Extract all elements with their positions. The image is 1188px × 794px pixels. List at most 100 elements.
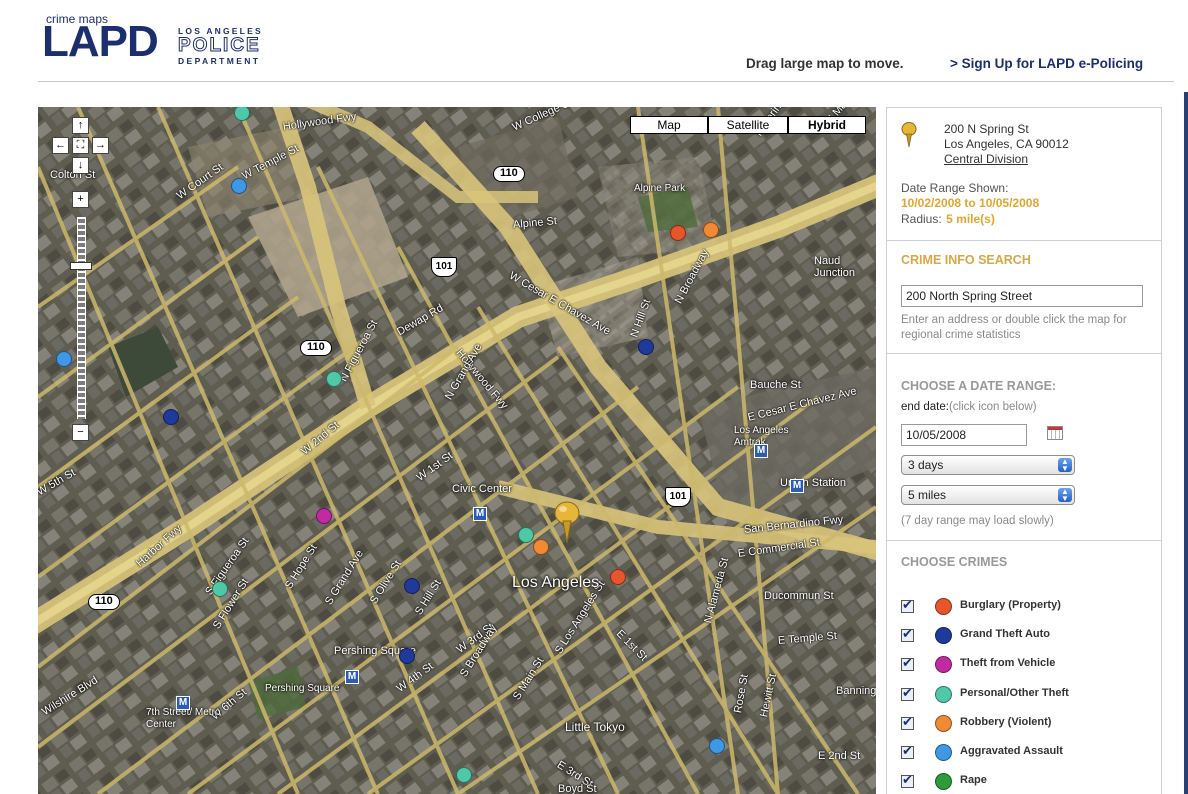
crime-marker[interactable] — [456, 767, 472, 783]
place-label: Alpine Park — [634, 183, 686, 194]
date-range-section: CHOOSE A DATE RANGE: end date:(click ico… — [887, 354, 1161, 541]
date-range-label: Date Range Shown: — [901, 181, 1009, 195]
amtrak-station-icon: M — [754, 444, 768, 458]
calendar-icon[interactable] — [1047, 426, 1063, 440]
crime-type-label: Personal/Other Theft — [960, 686, 1069, 699]
highway-110-shield: 110 — [300, 340, 332, 356]
header: crime maps LAPD LOS ANGELES POLICE DEPAR… — [0, 0, 1188, 84]
crime-color-swatch — [935, 627, 952, 645]
place-label: Pershing Square — [265, 683, 340, 694]
slow-load-hint: (7 day range may load slowly) — [901, 515, 1054, 527]
zoom-slider-track[interactable] — [77, 217, 86, 419]
crime-color-swatch — [935, 656, 952, 674]
map-type-map-button[interactable]: Map — [630, 116, 708, 134]
metro-station-icon: M — [176, 696, 190, 710]
map-type-hybrid-button[interactable]: Hybrid — [788, 116, 866, 134]
end-date-row: end date:(click icon below) — [901, 401, 1037, 413]
date-range-info: Date Range Shown: 10/02/2008 to 10/05/20… — [901, 181, 1039, 227]
crime-marker[interactable] — [610, 569, 626, 585]
crime-color-swatch — [935, 714, 952, 732]
map-imagery — [38, 107, 876, 794]
crime-marker[interactable] — [326, 371, 342, 387]
road-label: Ducommun St — [764, 590, 834, 602]
crime-type-checkbox[interactable] — [901, 627, 914, 643]
pan-right-icon[interactable]: → — [92, 137, 109, 154]
crime-marker[interactable] — [638, 339, 654, 355]
road-label: Banning — [836, 685, 876, 697]
highway-110-shield: 110 — [493, 166, 525, 182]
location-pin-icon[interactable] — [554, 501, 580, 545]
header-divider — [38, 81, 1174, 82]
choose-crimes-section: CHOOSE CRIMES Burglary (Property) Grand T… — [887, 541, 1161, 794]
crime-type-label: Burglary (Property) — [960, 599, 1061, 611]
crime-marker[interactable] — [56, 351, 72, 367]
crime-type-checkbox[interactable] — [901, 598, 914, 613]
crime-color-swatch — [935, 744, 952, 761]
crime-marker[interactable] — [212, 581, 228, 597]
crime-type-label: Aggravated Assault — [960, 745, 1063, 757]
metro-station-icon: M — [345, 670, 359, 684]
map-type-satellite-button[interactable]: Satellite — [708, 116, 788, 134]
road-label: E 2nd St — [818, 750, 861, 762]
crime-marker[interactable] — [533, 539, 549, 555]
pan-down-icon[interactable]: ↓ — [72, 157, 89, 174]
drag-hint: Drag large map to move. — [746, 56, 904, 71]
crime-type-checkbox[interactable] — [901, 773, 914, 789]
crime-map[interactable]: Hollywood Fwy Harbor Fwy Hollywood Fwy San … — [38, 107, 876, 794]
division-link[interactable]: Central Division — [944, 152, 1069, 167]
miles-select[interactable]: 5 miles ▲ ▼ — [901, 485, 1075, 505]
zoom-in-icon[interactable]: + — [72, 191, 89, 208]
address-search-input[interactable]: 200 North Spring Street — [901, 285, 1143, 307]
crime-marker[interactable] — [670, 225, 686, 241]
crime-search-section: CRIME INFO SEARCH 200 North Spring Stree… — [887, 241, 1161, 354]
zoom-out-icon[interactable]: − — [72, 424, 89, 441]
info-panel: 200 N Spring St Los Angeles, CA 90012 Ce… — [886, 107, 1162, 794]
logo-department-block: LOS ANGELES POLICE DEPARTMENT — [178, 26, 298, 66]
crime-type-label: Theft from Vehicle — [960, 657, 1056, 670]
crime-marker[interactable] — [231, 178, 247, 194]
zoom-slider-thumb[interactable] — [70, 262, 92, 270]
highway-101-shield: 101 — [665, 487, 691, 507]
crime-marker[interactable] — [163, 409, 179, 425]
date-range-heading: CHOOSE A DATE RANGE: — [901, 379, 1057, 393]
crime-marker[interactable] — [404, 578, 420, 594]
crime-type-checkbox[interactable] — [901, 686, 914, 701]
road-label: Boyd St — [558, 783, 597, 794]
pan-left-icon[interactable]: ← — [52, 137, 69, 154]
crime-color-swatch — [935, 598, 952, 615]
end-date-input[interactable]: 10/05/2008 — [901, 424, 1027, 446]
days-select[interactable]: 3 days ▲ ▼ — [901, 455, 1075, 475]
place-label: Los Angeles — [512, 574, 600, 591]
crime-type-checkbox[interactable] — [901, 744, 914, 759]
crime-type-checkbox[interactable] — [901, 715, 914, 730]
place-label: Civic Center — [452, 483, 512, 495]
metro-station-icon: M — [790, 479, 804, 493]
highway-101-shield: 101 — [431, 257, 457, 277]
crime-marker[interactable] — [316, 508, 332, 524]
pan-center-icon[interactable]: ⛶ — [72, 137, 89, 154]
end-date-hint: (click icon below) — [948, 401, 1037, 413]
logo-dept-line2: POLICE — [178, 35, 261, 56]
lapd-logo[interactable]: crime maps LAPD LOS ANGELES POLICE DEPAR… — [42, 12, 302, 68]
radius-value: 5 mile(s) — [946, 212, 995, 226]
address-section: 200 N Spring St Los Angeles, CA 90012 Ce… — [887, 108, 1161, 241]
crime-type-label: Grand Theft Auto — [960, 628, 1051, 641]
crime-marker[interactable] — [518, 527, 534, 543]
crime-marker[interactable] — [709, 738, 725, 754]
days-select-value: 3 days — [908, 458, 944, 472]
crime-marker[interactable] — [399, 648, 415, 664]
address-line1: 200 N Spring St — [944, 122, 1029, 136]
crime-type-checkbox[interactable] — [901, 656, 914, 672]
search-hint: Enter an address or double click the map… — [901, 314, 1127, 341]
signup-link[interactable]: > Sign Up for LAPD e-Policing — [950, 56, 1143, 71]
crime-color-swatch — [935, 685, 952, 703]
crime-type-label: Robbery (Violent) — [960, 715, 1052, 728]
place-label: Naud Junction — [814, 255, 855, 279]
window-edge-bar — [1184, 92, 1188, 794]
select-arrows-icon: ▲ ▼ — [1058, 488, 1072, 503]
address-pin-icon — [901, 122, 917, 148]
crime-marker[interactable] — [703, 222, 719, 238]
pan-up-icon[interactable]: ↑ — [72, 117, 89, 134]
lapd-crime-maps-page: crime maps LAPD LOS ANGELES POLICE DEPAR… — [0, 0, 1188, 794]
metro-station-icon: M — [473, 507, 487, 521]
